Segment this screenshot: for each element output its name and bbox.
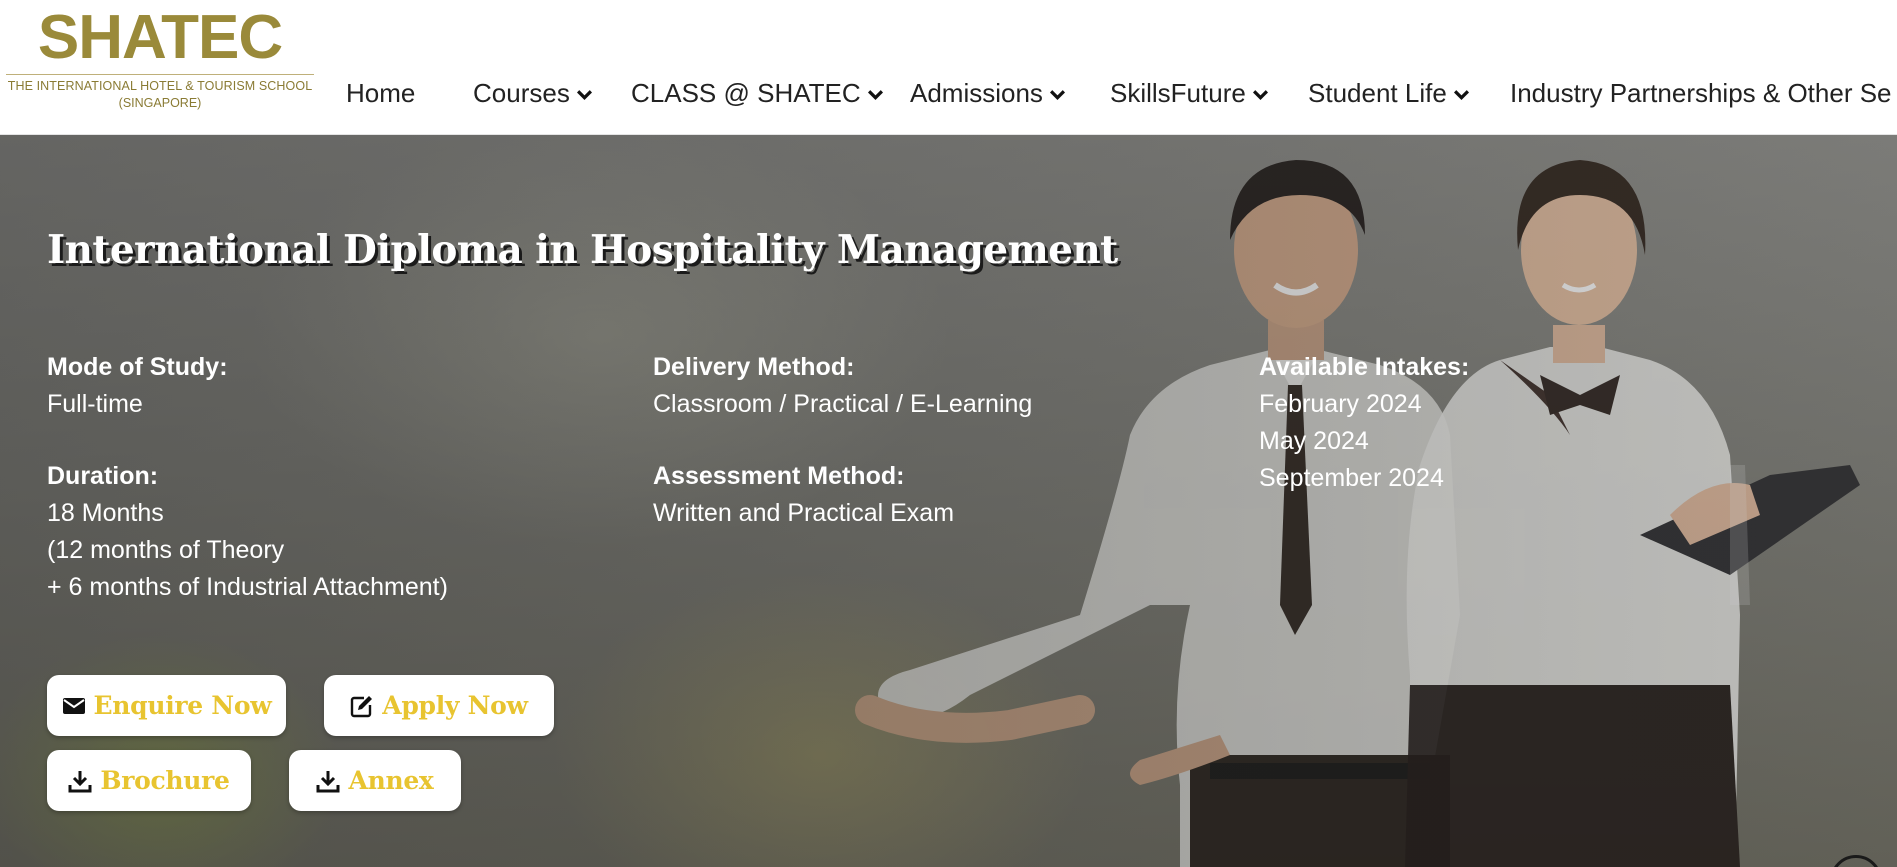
chevron-down-icon — [576, 89, 592, 100]
chevron-down-icon — [1252, 89, 1268, 100]
duration: Duration: 18 Months (12 months of Theory… — [47, 458, 448, 606]
nav-item-admissions[interactable]: Admissions — [910, 76, 1066, 110]
nav-item-label: SkillsFuture — [1110, 77, 1246, 108]
shatec-logo[interactable]: SHATEC THE INTERNATIONAL HOTEL & TOURISM… — [0, 0, 320, 134]
annex-label: Annex — [348, 766, 434, 795]
apply-now-button[interactable]: Apply Now — [324, 675, 554, 736]
mode-of-study: Mode of Study: Full-time — [47, 349, 228, 423]
nav-item-label: Courses — [473, 77, 570, 108]
assessment-method: Assessment Method: Written and Practical… — [653, 458, 954, 532]
nav-item-label: Home — [346, 77, 416, 108]
intake-item: February 2024 — [1259, 390, 1422, 418]
duration-line: 18 Months — [47, 499, 164, 527]
nav-item-label: Admissions — [910, 77, 1043, 108]
chevron-down-icon — [867, 89, 883, 100]
chevron-down-icon — [1049, 89, 1065, 100]
download-icon — [316, 769, 340, 793]
available-intakes-label: Available Intakes: — [1259, 353, 1470, 381]
duration-label: Duration: — [47, 462, 159, 490]
brochure-label: Brochure — [100, 766, 230, 795]
logo-divider — [6, 74, 314, 75]
nav-item-industry-partnerships[interactable]: Industry Partnerships & Other Se — [1510, 76, 1892, 110]
download-icon — [68, 769, 92, 793]
enquire-now-label: Enquire Now — [93, 691, 272, 720]
site-header: SHATEC THE INTERNATIONAL HOTEL & TOURISM… — [0, 0, 1897, 135]
brochure-download-button[interactable]: Brochure — [47, 750, 251, 811]
mode-of-study-label: Mode of Study: — [47, 353, 228, 381]
nav-item-label: CLASS @ SHATEC — [631, 77, 861, 108]
course-title: International Diploma in Hospitality Man… — [47, 227, 1118, 273]
apply-now-label: Apply Now — [382, 691, 528, 720]
nav-item-label: Industry Partnerships & Other Se — [1510, 77, 1892, 108]
annex-download-button[interactable]: Annex — [289, 750, 461, 811]
assessment-method-label: Assessment Method: — [653, 462, 905, 490]
edit-icon — [350, 694, 374, 718]
delivery-method-label: Delivery Method: — [653, 353, 855, 381]
delivery-method-value: Classroom / Practical / E-Learning — [653, 390, 1033, 418]
nav-item-label: Student Life — [1308, 77, 1447, 108]
available-intakes: Available Intakes: February 2024 May 202… — [1259, 349, 1469, 497]
duration-line: + 6 months of Industrial Attachment) — [47, 573, 448, 601]
logo-tagline-country: (SINGAPORE) — [118, 96, 202, 110]
intake-item: September 2024 — [1259, 464, 1444, 492]
duration-line: (12 months of Theory — [47, 536, 285, 564]
mode-of-study-value: Full-time — [47, 390, 143, 418]
envelope-icon — [62, 694, 86, 718]
nav-item-skillsfuture[interactable]: SkillsFuture — [1110, 76, 1269, 110]
logo-wordmark: SHATEC — [37, 3, 283, 72]
nav-item-courses[interactable]: Courses — [473, 76, 593, 110]
assessment-method-value: Written and Practical Exam — [653, 499, 955, 527]
nav-item-home[interactable]: Home — [346, 76, 415, 110]
logo-tagline: THE INTERNATIONAL HOTEL & TOURISM SCHOOL — [7, 79, 313, 93]
intake-item: May 2024 — [1259, 427, 1369, 455]
nav-item-class-at-shatec[interactable]: CLASS @ SHATEC — [631, 76, 884, 110]
course-hero: International Diploma in Hospitality Man… — [0, 135, 1897, 867]
chevron-down-icon — [1453, 89, 1469, 100]
enquire-now-button[interactable]: Enquire Now — [47, 675, 286, 736]
delivery-method: Delivery Method: Classroom / Practical /… — [653, 349, 1032, 423]
nav-item-student-life[interactable]: Student Life — [1308, 76, 1470, 110]
